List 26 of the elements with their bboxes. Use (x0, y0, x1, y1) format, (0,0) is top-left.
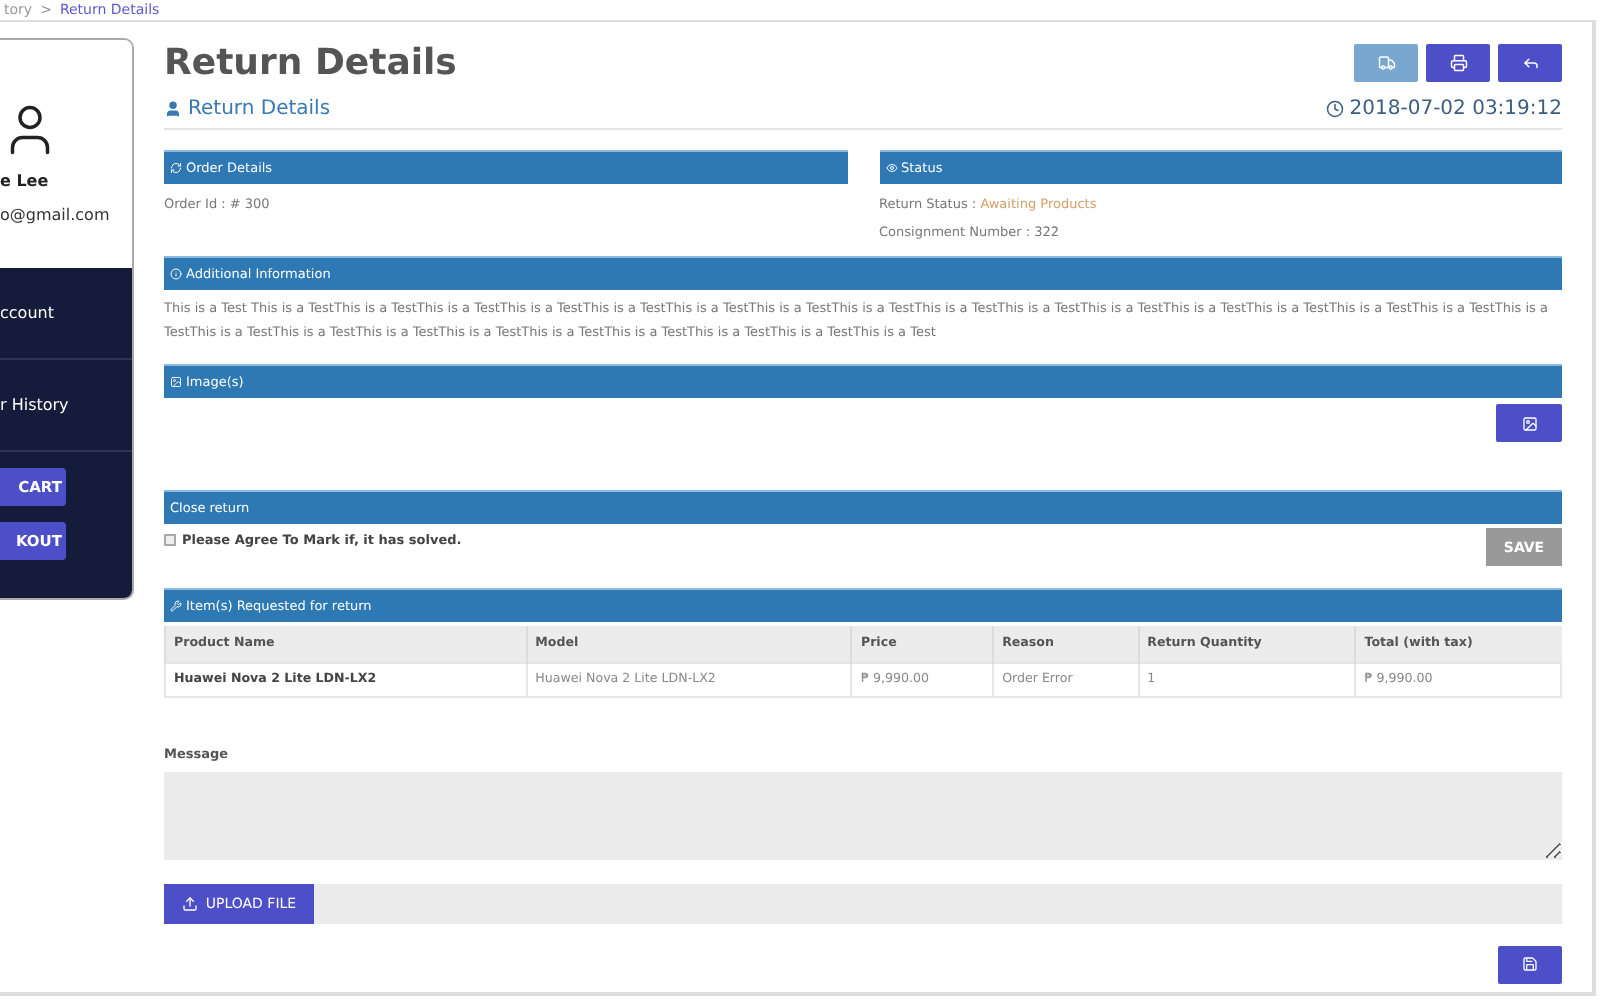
clock-icon (1325, 100, 1344, 118)
image-icon (170, 376, 182, 388)
info-icon (170, 268, 182, 280)
eye-icon (885, 162, 897, 174)
reply-icon (1521, 53, 1539, 71)
user-name: e Lee (0, 172, 49, 190)
refresh-icon (170, 162, 182, 174)
image-icon (1521, 415, 1537, 431)
sidebar-menu-item[interactable]: ccount (0, 268, 132, 360)
user-icon (164, 100, 182, 118)
agree-checkbox[interactable] (164, 534, 176, 546)
wrench-icon (170, 600, 182, 612)
section-subtitle: Return Details (188, 98, 331, 120)
return-date: 2018-07-02 03:19:12 (1349, 98, 1562, 120)
sidebar-menu-item[interactable]: r History (0, 360, 132, 452)
truck-icon (1377, 53, 1395, 71)
message-field[interactable] (164, 771, 1562, 859)
page-title: Return Details (164, 41, 457, 83)
save-icon-button[interactable] (1498, 945, 1562, 983)
save-icon (1522, 956, 1538, 972)
reply-button[interactable] (1498, 43, 1562, 81)
print-icon (1449, 53, 1467, 71)
upload-icon (181, 895, 198, 911)
add-image-button[interactable] (1496, 404, 1562, 442)
user-email: o@gmail.com (0, 206, 110, 224)
print-button[interactable] (1426, 43, 1490, 81)
